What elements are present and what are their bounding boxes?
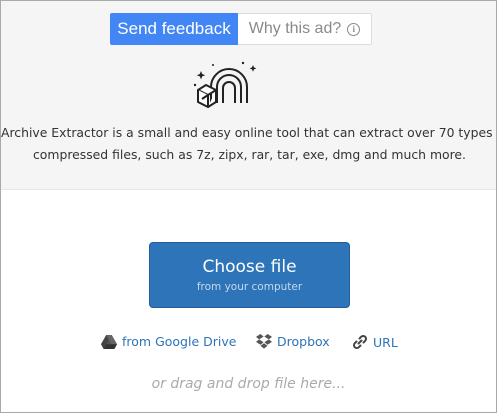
dropbox-link[interactable]: Dropbox (256, 334, 330, 349)
google-drive-link[interactable]: from Google Drive (101, 334, 236, 349)
ad-feedback-bar: Send feedback Why this ad? i (110, 13, 372, 45)
choose-file-button[interactable]: Choose file from your computer (149, 242, 350, 308)
why-this-ad-button[interactable]: Why this ad? i (238, 13, 372, 45)
google-drive-label: from Google Drive (122, 334, 237, 349)
url-label: URL (373, 334, 398, 350)
google-drive-icon (101, 334, 117, 349)
description-line-2: compressed files, such as 7z, zipx, rar,… (33, 147, 466, 162)
drag-drop-hint: or drag and drop file here... (151, 376, 346, 392)
dropbox-icon (256, 334, 272, 349)
rainbow-box-icon (193, 61, 257, 108)
tool-description: Archive Extractor is a small and easy on… (1, 122, 497, 166)
dropbox-label: Dropbox (277, 334, 330, 349)
send-feedback-button[interactable]: Send feedback (110, 13, 238, 45)
link-icon (352, 334, 368, 350)
ad-and-intro-section: Send feedback Why this ad? i Archive Ext… (1, 1, 497, 190)
why-this-ad-label: Why this ad? (248, 20, 342, 37)
url-link[interactable]: URL (352, 334, 398, 350)
file-source-links: from Google Drive Dropbox URL (0, 334, 497, 354)
info-icon: i (347, 22, 361, 36)
choose-file-subtitle: from your computer (196, 281, 303, 293)
description-line-1: Archive Extractor is a small and easy on… (1, 125, 497, 140)
choose-file-title: Choose file (202, 257, 297, 277)
